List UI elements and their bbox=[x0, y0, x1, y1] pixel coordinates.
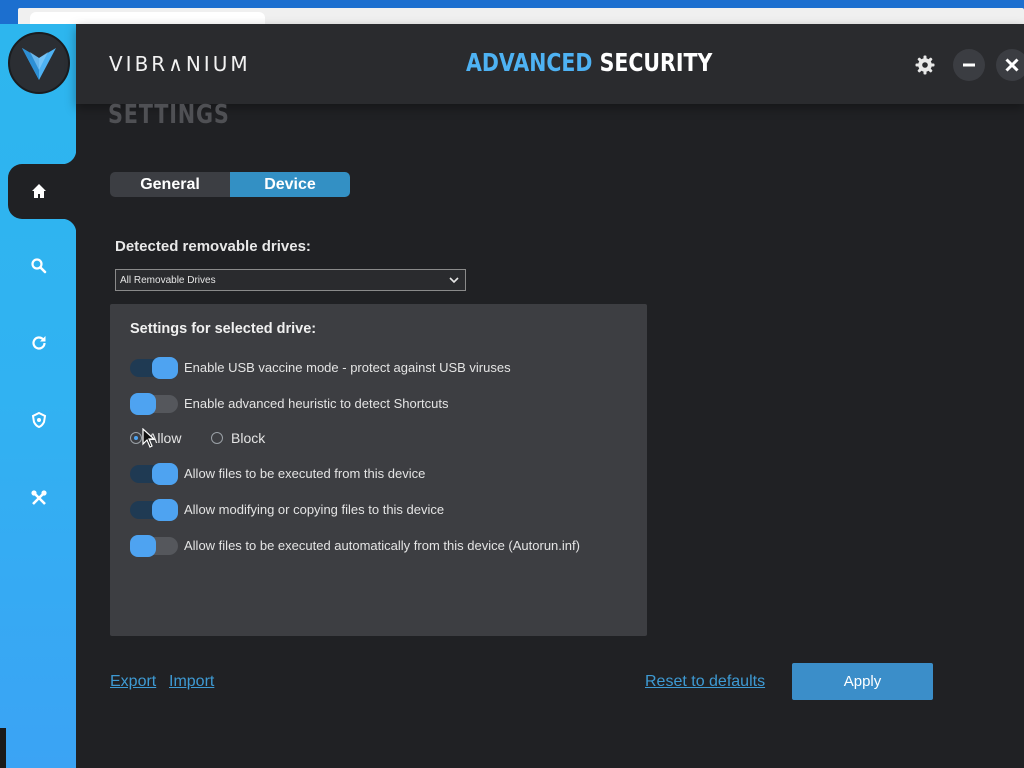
vibranium-logo-icon bbox=[22, 48, 56, 80]
page-title: SETTINGS bbox=[108, 100, 230, 130]
heuristic-label: Enable advanced heuristic to detect Shor… bbox=[184, 396, 449, 411]
drive-settings-panel: Settings for selected drive: Enable USB … bbox=[110, 304, 647, 636]
close-button[interactable] bbox=[996, 49, 1024, 81]
app-title-security: SECURITY bbox=[599, 48, 713, 77]
gear-icon bbox=[915, 55, 935, 75]
chevron-down-icon bbox=[449, 277, 459, 284]
export-link[interactable]: Export bbox=[110, 673, 156, 691]
autorun-label: Allow files to be executed automatically… bbox=[184, 538, 580, 553]
drive-select[interactable]: All Removable Drives bbox=[115, 269, 466, 291]
sidebar-item-tools[interactable] bbox=[28, 487, 50, 509]
app-header: VIBR∧NIUM ADVANCED SECURITY bbox=[76, 24, 1024, 104]
block-radio[interactable] bbox=[211, 432, 223, 444]
sidebar-item-search[interactable] bbox=[28, 255, 50, 277]
minimize-button[interactable] bbox=[953, 49, 985, 81]
sidebar-item-protection[interactable] bbox=[28, 409, 50, 431]
settings-button[interactable] bbox=[912, 52, 938, 78]
allow-radio[interactable] bbox=[130, 432, 142, 444]
app-title-advanced: ADVANCED bbox=[466, 48, 593, 77]
execute-files-toggle[interactable] bbox=[130, 463, 178, 485]
panel-title: Settings for selected drive: bbox=[130, 321, 317, 337]
shield-icon bbox=[31, 411, 47, 429]
heuristic-toggle[interactable] bbox=[130, 393, 178, 415]
usb-vaccine-label: Enable USB vaccine mode - protect agains… bbox=[184, 360, 511, 375]
sidebar-item-update[interactable] bbox=[28, 332, 50, 354]
sidebar bbox=[0, 24, 76, 768]
app-title: ADVANCED SECURITY bbox=[466, 48, 712, 77]
app-logo bbox=[8, 32, 70, 94]
autorun-toggle[interactable] bbox=[130, 535, 178, 557]
reset-defaults-link[interactable]: Reset to defaults bbox=[645, 673, 765, 691]
window-edge bbox=[0, 728, 6, 768]
execute-files-label: Allow files to be executed from this dev… bbox=[184, 466, 426, 481]
search-icon bbox=[31, 258, 47, 274]
tab-general[interactable]: General bbox=[110, 172, 230, 197]
detected-drives-label: Detected removable drives: bbox=[115, 238, 311, 255]
block-radio-label[interactable]: Block bbox=[231, 430, 265, 446]
mouse-cursor-icon bbox=[142, 428, 156, 448]
apply-button[interactable]: Apply bbox=[792, 663, 933, 700]
modify-files-toggle[interactable] bbox=[130, 499, 178, 521]
tools-icon bbox=[31, 490, 47, 505]
drive-select-value: All Removable Drives bbox=[120, 275, 216, 286]
minimize-icon bbox=[963, 63, 975, 67]
usb-vaccine-toggle[interactable] bbox=[130, 357, 178, 379]
home-icon bbox=[28, 180, 50, 202]
tab-device[interactable]: Device bbox=[230, 172, 350, 197]
brand-name: VIBR∧NIUM bbox=[109, 52, 251, 76]
import-link[interactable]: Import bbox=[169, 673, 214, 691]
sidebar-item-home[interactable] bbox=[8, 150, 76, 233]
modify-files-label: Allow modifying or copying files to this… bbox=[184, 502, 445, 517]
refresh-icon bbox=[32, 336, 46, 350]
close-icon bbox=[1005, 58, 1019, 72]
